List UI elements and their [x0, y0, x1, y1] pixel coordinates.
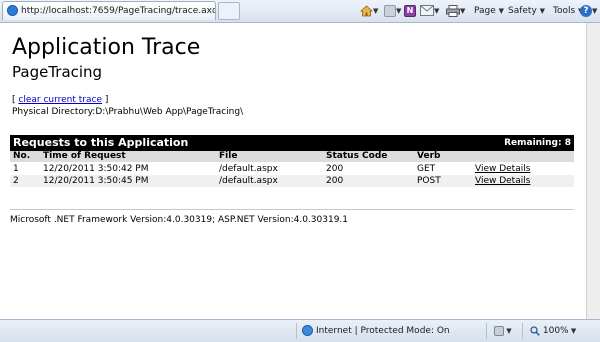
print-button[interactable]: ▼ [446, 3, 465, 19]
request-file: /default.aspx [219, 176, 278, 186]
request-no: 1 [13, 164, 19, 174]
framework-version-info: Microsoft .NET Framework Version:4.0.303… [10, 215, 349, 225]
browser-toolbar: http://localhost:7659/PageTracing/trace.… [0, 0, 600, 23]
request-verb: POST [417, 176, 441, 186]
column-header-no: No. [13, 151, 31, 161]
remaining-count: Remaining: 8 [504, 138, 571, 148]
browser-tab-active[interactable]: http://localhost:7659/PageTracing/trace.… [2, 1, 216, 20]
home-button[interactable]: ▼ [359, 3, 378, 19]
feeds-button[interactable]: ▼ [384, 3, 401, 19]
new-tab-button[interactable] [218, 2, 240, 20]
clear-current-trace-link[interactable]: clear current trace [18, 95, 102, 105]
home-icon [359, 4, 374, 16]
request-no: 2 [13, 176, 19, 186]
safety-menu-label: Safety [508, 6, 537, 16]
security-zone[interactable]: Internet | Protected Mode: On [302, 320, 450, 342]
mail-icon [420, 5, 434, 16]
safety-menu[interactable]: Safety ▼ [508, 3, 545, 19]
requests-section-header: Requests to this Application Remaining: … [10, 135, 574, 151]
vertical-scrollbar[interactable] [586, 23, 600, 319]
column-header-file: File [219, 151, 238, 161]
column-header-time: Time of Request [43, 151, 126, 161]
clear-trace-line: [ clear current trace ] [12, 95, 108, 105]
help-icon: ? [580, 4, 592, 17]
print-icon [446, 4, 460, 17]
rss-feed-icon [384, 4, 396, 17]
security-zone-label: Internet | Protected Mode: On [316, 326, 450, 336]
settings-icon [494, 325, 504, 336]
clear-bracket-close: ] [104, 95, 109, 105]
divider [10, 209, 574, 210]
tools-menu-label: Tools [553, 6, 576, 16]
requests-title: Requests to this Application [13, 136, 189, 149]
mail-button[interactable]: ▼ [420, 3, 439, 19]
request-file: /default.aspx [219, 164, 278, 174]
view-details-link[interactable]: View Details [475, 175, 530, 187]
tools-menu[interactable]: Tools ▼ [553, 3, 583, 19]
status-separator [296, 323, 297, 339]
column-header-status: Status Code [326, 151, 388, 161]
popup-settings-button[interactable]: ▼ [494, 320, 512, 342]
request-status-code: 200 [326, 176, 344, 186]
zoom-control[interactable]: 100% ▼ [530, 320, 576, 342]
help-menu[interactable]: ? ▼ [580, 3, 597, 19]
request-status-code: 200 [326, 164, 344, 174]
page-menu[interactable]: Page ▼ [474, 3, 504, 19]
tab-title: http://localhost:7659/PageTracing/trace.… [21, 6, 216, 16]
physical-directory: Physical Directory:D:\Prabhu\Web App\Pag… [12, 107, 244, 117]
status-separator [486, 323, 487, 339]
application-name: PageTracing [12, 63, 103, 81]
status-separator [522, 323, 523, 339]
page-menu-label: Page [474, 6, 496, 16]
zoom-icon [530, 325, 540, 336]
view-details-link[interactable]: View Details [475, 163, 530, 175]
page-title: Application Trace [12, 35, 201, 60]
requests-column-headers: No. Time of Request File Status Code Ver… [10, 151, 574, 162]
clear-bracket-open: [ [12, 95, 16, 105]
request-verb: GET [417, 164, 436, 174]
onenote-icon: N [404, 4, 416, 17]
zoom-level: 100% [542, 326, 569, 336]
ie-page-icon [7, 5, 18, 16]
status-bar: Internet | Protected Mode: On ▼ 100% ▼ [0, 319, 600, 342]
page-content: Application Trace PageTracing [ clear cu… [0, 23, 586, 319]
request-time: 12/20/2011 3:50:45 PM [43, 176, 149, 186]
protected-mode-globe-icon [302, 325, 313, 336]
request-time: 12/20/2011 3:50:42 PM [43, 164, 149, 174]
table-row: 2 12/20/2011 3:50:45 PM /default.aspx 20… [10, 175, 574, 187]
onenote-button[interactable]: N [404, 3, 416, 19]
table-row: 1 12/20/2011 3:50:42 PM /default.aspx 20… [10, 163, 574, 175]
column-header-verb: Verb [417, 151, 441, 161]
